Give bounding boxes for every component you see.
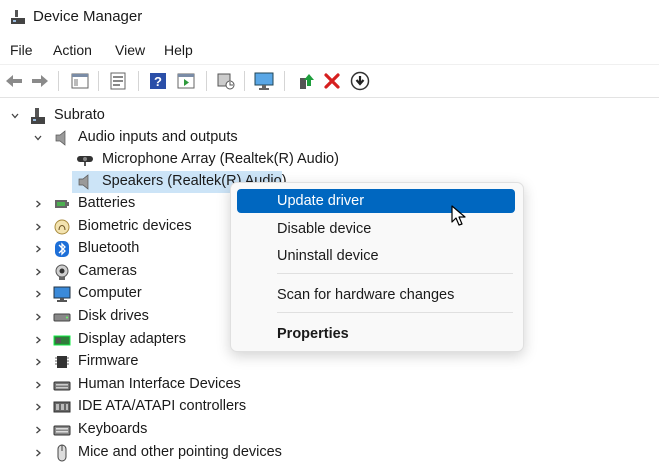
chevron-right-icon[interactable] xyxy=(33,289,43,299)
computer-monitor-icon xyxy=(53,286,71,303)
monitor-icon xyxy=(254,72,274,90)
tree-category-label: Firmware xyxy=(78,353,139,370)
hid-icon xyxy=(53,381,71,391)
title-bar: Device Manager xyxy=(0,0,659,36)
firmware-chip-icon xyxy=(55,356,69,369)
context-item-disable-device[interactable]: Disable device xyxy=(237,217,515,241)
chevron-right-icon[interactable] xyxy=(33,222,43,232)
action-pane-button[interactable] xyxy=(176,71,196,91)
device-manager-icon xyxy=(11,10,25,24)
menu-view[interactable]: View xyxy=(115,42,145,58)
tree-category-row[interactable]: IDE ATA/ATAPI controllers xyxy=(0,396,320,418)
tree-category-label: Computer xyxy=(78,285,142,302)
tree-category-label: Disk drives xyxy=(78,308,149,324)
tree-category-label: Mice and other pointing devices xyxy=(78,443,282,460)
console-tree-button[interactable] xyxy=(70,71,90,91)
tree-root-row[interactable]: Subrato xyxy=(0,105,300,127)
tree-category-label: Biometric devices xyxy=(78,217,192,234)
battery-icon xyxy=(55,200,69,208)
scan-hardware-button[interactable] xyxy=(216,71,236,91)
menu-bar: File Action View Help xyxy=(0,38,659,62)
monitor-button[interactable] xyxy=(254,71,274,91)
menu-action[interactable]: Action xyxy=(53,42,92,58)
context-item-uninstall-device[interactable]: Uninstall device xyxy=(237,244,515,268)
tree-category-label: Display adapters xyxy=(78,330,186,347)
show-hide-console-tree-icon xyxy=(71,73,89,89)
help-icon: ? xyxy=(150,73,166,89)
fingerprint-icon xyxy=(54,219,70,235)
tree-category-label: Bluetooth xyxy=(78,240,140,257)
microphone-array-icon xyxy=(77,156,93,166)
menu-file[interactable]: File xyxy=(10,42,33,58)
properties-icon xyxy=(110,72,126,90)
chevron-right-icon[interactable] xyxy=(33,402,43,412)
tree-device-microphone[interactable]: Microphone Array (Realtek(R) Audio) xyxy=(0,149,400,171)
keyboard-icon xyxy=(53,425,71,436)
tree-category-row[interactable]: Keyboards xyxy=(0,419,320,441)
tree-category-label: Human Interface Devices xyxy=(78,375,241,392)
tree-category-label: Keyboards xyxy=(78,421,148,437)
back-arrow-icon xyxy=(6,75,22,87)
enable-device-button[interactable] xyxy=(350,71,370,91)
bluetooth-icon xyxy=(55,241,69,258)
chevron-right-icon[interactable] xyxy=(33,267,43,277)
speaker-icon xyxy=(55,130,66,146)
chevron-right-icon[interactable] xyxy=(33,199,43,209)
chevron-right-icon[interactable] xyxy=(33,244,43,254)
forward-arrow-icon xyxy=(32,75,48,87)
window-title: Device Manager xyxy=(33,8,143,25)
chevron-right-icon[interactable] xyxy=(33,448,43,458)
chevron-down-icon[interactable] xyxy=(33,133,43,143)
tree-category-row[interactable]: Firmware xyxy=(0,351,320,373)
context-menu: Update driver Disable device Uninstall d… xyxy=(230,182,524,352)
update-driver-icon xyxy=(300,74,314,89)
tree-root-label: Subrato xyxy=(54,107,105,123)
context-item-properties[interactable]: Properties xyxy=(237,322,515,346)
tree-category-label: Audio inputs and outputs xyxy=(78,129,238,145)
properties-button[interactable] xyxy=(108,71,128,91)
uninstall-button[interactable] xyxy=(322,71,342,91)
scan-hardware-icon xyxy=(217,73,235,90)
forward-button[interactable] xyxy=(30,71,50,91)
computer-tower-icon xyxy=(31,108,45,124)
menu-help[interactable]: Help xyxy=(164,42,193,58)
mouse-icon xyxy=(57,444,67,462)
tree-category-label: IDE ATA/ATAPI controllers xyxy=(78,398,247,415)
back-button[interactable] xyxy=(4,71,24,91)
chevron-right-icon[interactable] xyxy=(33,312,43,322)
help-button[interactable]: ? xyxy=(148,71,168,91)
context-separator xyxy=(277,273,513,274)
ide-controller-icon xyxy=(53,401,71,413)
action-pane-icon xyxy=(177,73,195,89)
toolbar: ? xyxy=(0,64,659,98)
uninstall-x-icon xyxy=(324,73,340,89)
chevron-right-icon[interactable] xyxy=(33,380,43,390)
tree-category-audio[interactable]: Audio inputs and outputs xyxy=(0,127,300,149)
mouse-cursor-icon xyxy=(451,205,466,226)
context-item-update-driver[interactable]: Update driver xyxy=(237,189,515,213)
chevron-down-icon[interactable] xyxy=(10,111,20,121)
disk-drive-icon xyxy=(53,313,71,322)
chevron-right-icon[interactable] xyxy=(33,357,43,367)
tree-category-label: Batteries xyxy=(78,195,136,211)
tree-category-label: Cameras xyxy=(78,262,137,279)
tree-category-row[interactable]: Mice and other pointing devices xyxy=(0,442,320,464)
context-item-scan-hardware[interactable]: Scan for hardware changes xyxy=(237,283,515,307)
update-driver-button[interactable] xyxy=(296,71,316,91)
download-circle-icon xyxy=(350,71,370,91)
tree-device-label: Microphone Array (Realtek(R) Audio) xyxy=(102,151,339,167)
chevron-right-icon[interactable] xyxy=(33,425,43,435)
display-adapter-icon xyxy=(53,335,71,346)
svg-text:?: ? xyxy=(154,74,162,89)
camera-icon xyxy=(55,264,69,280)
context-separator xyxy=(277,312,513,313)
speaker-icon xyxy=(78,174,89,190)
tree-category-row[interactable]: Human Interface Devices xyxy=(0,374,320,396)
chevron-right-icon[interactable] xyxy=(33,335,43,345)
